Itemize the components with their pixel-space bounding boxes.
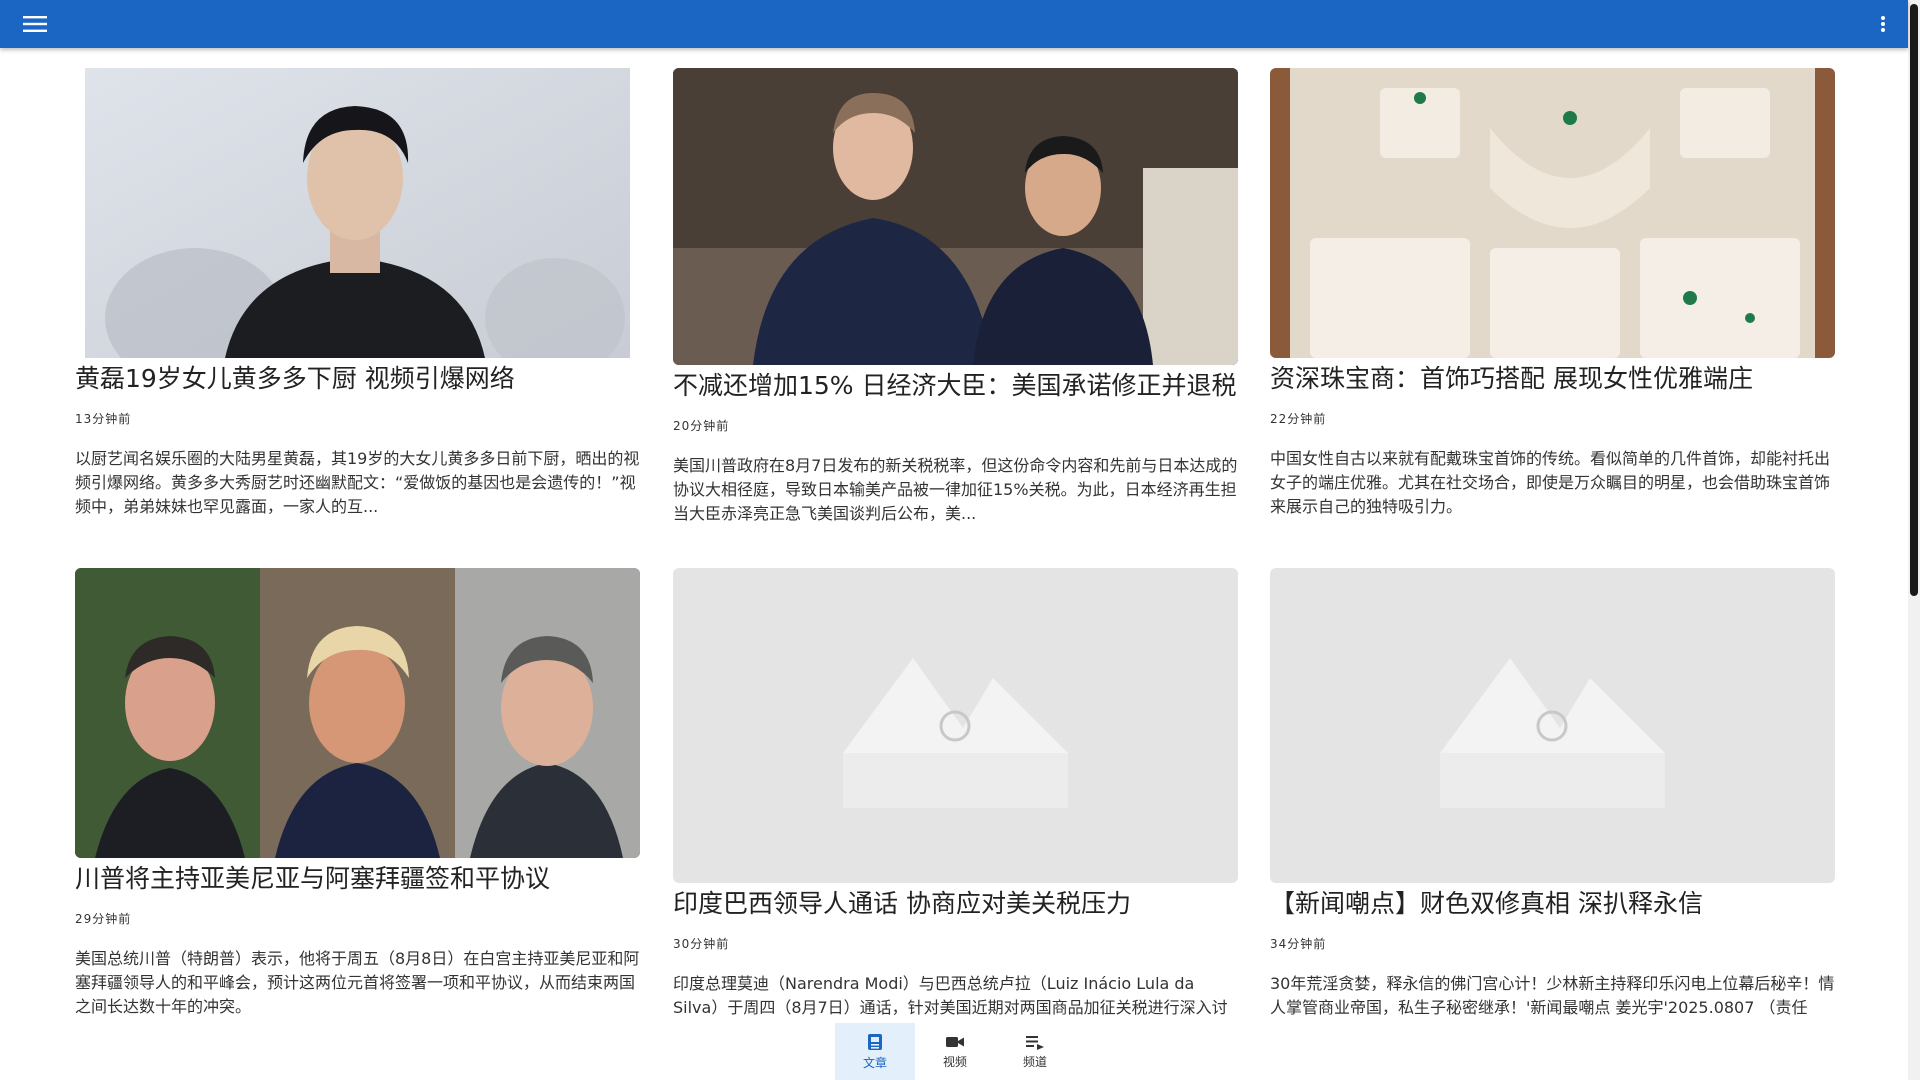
menu-button[interactable] — [0, 0, 70, 48]
bottom-navigation: 文章 视频 频道 — [835, 1023, 1075, 1080]
image-placeholder[interactable] — [1270, 568, 1835, 883]
article-card[interactable]: 川普将主持亚美尼亚与阿塞拜疆签和平协议 29分钟前 美国总统川普（特朗普）表示，… — [75, 568, 640, 1019]
article-icon — [868, 1033, 882, 1050]
article-card[interactable]: 不减还增加15% 日经济大臣：美国承诺修正并退税 20分钟前 美国川普政府在8月… — [673, 68, 1238, 526]
channel-playlist-icon — [1026, 1035, 1044, 1050]
article-card[interactable]: 【新闻嘲点】财色双修真相 深扒释永信 34分钟前 30年荒淫贪婪，释永信的佛门宫… — [1270, 568, 1835, 1023]
more-options-button[interactable] — [1858, 0, 1908, 48]
article-title[interactable]: 【新闻嘲点】财色双修真相 深扒释永信 — [1270, 887, 1835, 921]
article-title[interactable]: 黄磊19岁女儿黄多多下厨 视频引爆网络 — [75, 362, 640, 396]
article-feed: 黄磊19岁女儿黄多多下厨 视频引爆网络 13分钟前 以厨艺闻名娱乐圈的大陆男星黄… — [0, 48, 1908, 1023]
article-thumbnail[interactable] — [75, 68, 640, 358]
nav-tab-videos[interactable]: 视频 — [915, 1023, 995, 1080]
article-photo — [75, 68, 640, 358]
scrollbar-thumb[interactable] — [1910, 4, 1918, 596]
article-summary: 美国总统川普（特朗普）表示，他将于周五（8月8日）在白宫主持亚美尼亚和阿塞拜疆领… — [75, 949, 640, 1016]
nav-label: 文章 — [862, 1055, 887, 1070]
article-thumbnail[interactable] — [673, 68, 1238, 365]
app-bar — [0, 0, 1908, 48]
more-vert-icon — [1881, 16, 1885, 32]
article-summary: 中国女性自古以来就有配戴珠宝首饰的传统。看似简单的几件首饰，却能衬托出女子的端庄… — [1270, 449, 1831, 516]
article-photo — [75, 568, 640, 858]
article-title[interactable]: 资深珠宝商：首饰巧搭配 展现女性优雅端庄 — [1270, 362, 1835, 396]
nav-tab-articles[interactable]: 文章 — [835, 1023, 915, 1080]
hamburger-menu-icon — [23, 16, 47, 32]
article-title[interactable]: 印度巴西领导人通话 协商应对美关税压力 — [673, 887, 1238, 921]
article-card[interactable]: 资深珠宝商：首饰巧搭配 展现女性优雅端庄 22分钟前 中国女性自古以来就有配戴珠… — [1270, 68, 1835, 519]
article-summary: 以厨艺闻名娱乐圈的大陆男星黄磊，其19岁的大女儿黄多多日前下厨，晒出的视频引爆网… — [75, 449, 640, 516]
nav-label: 频道 — [1022, 1054, 1047, 1069]
article-card[interactable]: 黄磊19岁女儿黄多多下厨 视频引爆网络 13分钟前 以厨艺闻名娱乐圈的大陆男星黄… — [75, 68, 640, 519]
scrollbar-track[interactable] — [1908, 0, 1920, 1080]
article-summary: 印度总理莫迪（Narendra Modi）与巴西总统卢拉（Luiz Inácio… — [673, 974, 1228, 1023]
article-time: 30分钟前 — [673, 937, 730, 951]
article-summary: 30年荒淫贪婪，释永信的佛门宫心计！少林新主持释印乐闪电上位幕后秘辛！情人掌管商… — [1270, 974, 1835, 1023]
placeholder-mountain-icon — [843, 658, 1068, 808]
article-card[interactable]: 印度巴西领导人通话 协商应对美关税压力 30分钟前 印度总理莫迪（Narendr… — [673, 568, 1238, 1023]
nav-tab-channels[interactable]: 频道 — [995, 1023, 1075, 1080]
article-thumbnail[interactable] — [1270, 68, 1835, 358]
article-title[interactable]: 不减还增加15% 日经济大臣：美国承诺修正并退税 — [673, 369, 1238, 403]
article-photo — [673, 68, 1238, 365]
article-summary: 美国川普政府在8月7日发布的新关税税率，但这份命令内容和先前与日本达成的协议大相… — [673, 456, 1238, 523]
placeholder-mountain-icon — [1440, 658, 1665, 808]
image-placeholder[interactable] — [673, 568, 1238, 883]
nav-label: 视频 — [942, 1054, 967, 1069]
article-time: 34分钟前 — [1270, 937, 1327, 951]
article-time: 22分钟前 — [1270, 412, 1327, 426]
article-photo — [1270, 68, 1835, 358]
article-title[interactable]: 川普将主持亚美尼亚与阿塞拜疆签和平协议 — [75, 862, 640, 896]
article-time: 29分钟前 — [75, 912, 132, 926]
video-camera-icon — [946, 1036, 964, 1047]
article-thumbnail[interactable] — [75, 568, 640, 858]
article-time: 13分钟前 — [75, 412, 132, 426]
article-time: 20分钟前 — [673, 419, 730, 433]
